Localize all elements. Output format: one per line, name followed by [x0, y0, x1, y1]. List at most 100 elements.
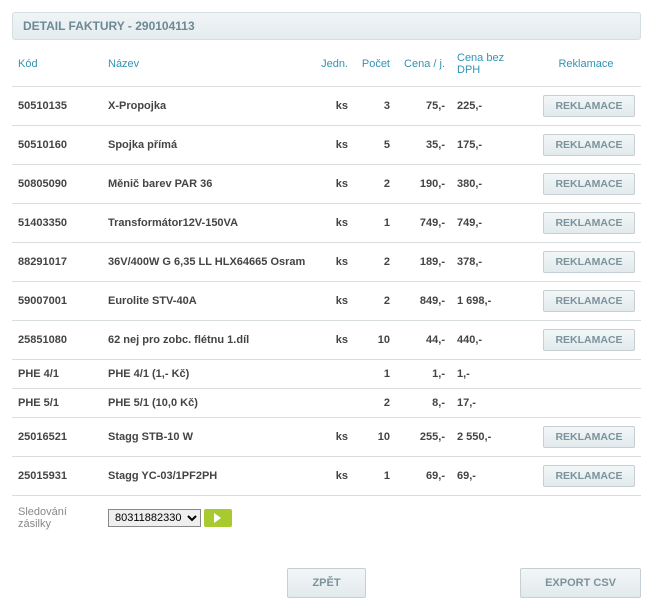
- cell-reklamace: REKLAMACE: [531, 321, 641, 360]
- cell-kod: 51403350: [12, 204, 102, 243]
- cell-kod: 50510160: [12, 126, 102, 165]
- cell-cenaj: 1,-: [396, 360, 451, 389]
- cell-nazev: Stagg YC-03/1PF2PH: [102, 457, 312, 496]
- tracking-label: Sledování zásilky: [12, 496, 102, 539]
- col-pocet[interactable]: Počet: [354, 46, 396, 87]
- reklamace-button[interactable]: REKLAMACE: [543, 426, 635, 448]
- cell-kod: 25015931: [12, 457, 102, 496]
- cell-reklamace: REKLAMACE: [531, 165, 641, 204]
- cell-pocet: 10: [354, 321, 396, 360]
- cell-pocet: 2: [354, 243, 396, 282]
- cell-cenaj: 44,-: [396, 321, 451, 360]
- cell-jedn: [312, 360, 354, 389]
- export-csv-button[interactable]: EXPORT CSV: [520, 568, 641, 598]
- cell-nazev: X-Propojka: [102, 87, 312, 126]
- cell-cenaj: 749,-: [396, 204, 451, 243]
- cell-pocet: 5: [354, 126, 396, 165]
- table-row: 50805090Měnič barev PAR 36ks2190,-380,-R…: [12, 165, 641, 204]
- cell-cenaj: 69,-: [396, 457, 451, 496]
- col-cenabez[interactable]: Cena bez DPH: [451, 46, 531, 87]
- cell-reklamace: [531, 360, 641, 389]
- invoice-detail-header: DETAIL FAKTURY - 290104113: [12, 12, 641, 40]
- cell-reklamace: REKLAMACE: [531, 204, 641, 243]
- cell-pocet: 3: [354, 87, 396, 126]
- table-row: 50510160Spojka přímáks535,-175,- REKLAMAC…: [12, 126, 641, 165]
- cell-pocet: 2: [354, 165, 396, 204]
- cell-cenabez: 749,-: [451, 204, 531, 243]
- reklamace-button[interactable]: REKLAMACE: [543, 173, 635, 195]
- col-reklamace: Reklamace: [531, 46, 641, 87]
- cell-jedn: ks: [312, 418, 354, 457]
- cell-nazev: 36V/400W G 6,35 LL HLX64665 Osram: [102, 243, 312, 282]
- table-row: 8829101736V/400W G 6,35 LL HLX64665 Osra…: [12, 243, 641, 282]
- cell-nazev: Stagg STB-10 W: [102, 418, 312, 457]
- back-button[interactable]: ZPĚT: [287, 568, 365, 598]
- cell-kod: PHE 5/1: [12, 389, 102, 418]
- cell-cenabez: 380,-: [451, 165, 531, 204]
- table-row: 2585108062 nej pro zobc. flétnu 1.dílks1…: [12, 321, 641, 360]
- cell-pocet: 10: [354, 418, 396, 457]
- cell-cenabez: 1 698,-: [451, 282, 531, 321]
- tracking-select[interactable]: 80311882330: [108, 509, 201, 527]
- cell-kod: 25016521: [12, 418, 102, 457]
- cell-cenaj: 75,-: [396, 87, 451, 126]
- cell-cenabez: 2 550,-: [451, 418, 531, 457]
- cell-jedn: [312, 389, 354, 418]
- cell-reklamace: [531, 389, 641, 418]
- cell-jedn: ks: [312, 457, 354, 496]
- cell-jedn: ks: [312, 243, 354, 282]
- cell-pocet: 2: [354, 282, 396, 321]
- col-nazev[interactable]: Název: [102, 46, 312, 87]
- col-kod[interactable]: Kód: [12, 46, 102, 87]
- cell-jedn: ks: [312, 165, 354, 204]
- reklamace-button[interactable]: REKLAMACE: [543, 95, 635, 117]
- cell-reklamace: REKLAMACE: [531, 282, 641, 321]
- table-row: PHE 4/1PHE 4/1 (1,- Kč)11,-1,-: [12, 360, 641, 389]
- cell-pocet: 1: [354, 360, 396, 389]
- cell-pocet: 1: [354, 457, 396, 496]
- cell-cenaj: 255,-: [396, 418, 451, 457]
- reklamace-button[interactable]: REKLAMACE: [543, 134, 635, 156]
- cell-kod: 50510135: [12, 87, 102, 126]
- cell-pocet: 1: [354, 204, 396, 243]
- cell-cenaj: 189,-: [396, 243, 451, 282]
- cell-kod: 88291017: [12, 243, 102, 282]
- cell-nazev: Eurolite STV-40A: [102, 282, 312, 321]
- cell-cenaj: 8,-: [396, 389, 451, 418]
- cell-nazev: Transformátor12V-150VA: [102, 204, 312, 243]
- cell-reklamace: REKLAMACE: [531, 418, 641, 457]
- reklamace-button[interactable]: REKLAMACE: [543, 212, 635, 234]
- cell-kod: 50805090: [12, 165, 102, 204]
- tracking-go-button[interactable]: [204, 509, 232, 527]
- cell-kod: PHE 4/1: [12, 360, 102, 389]
- cell-jedn: ks: [312, 321, 354, 360]
- reklamace-button[interactable]: REKLAMACE: [543, 465, 635, 487]
- cell-cenabez: 175,-: [451, 126, 531, 165]
- cell-reklamace: REKLAMACE: [531, 126, 641, 165]
- cell-cenabez: 378,-: [451, 243, 531, 282]
- cell-cenaj: 35,-: [396, 126, 451, 165]
- table-row: 25015931Stagg YC-03/1PF2PHks169,-69,-REK…: [12, 457, 641, 496]
- cell-kod: 25851080: [12, 321, 102, 360]
- reklamace-button[interactable]: REKLAMACE: [543, 290, 635, 312]
- col-cenaj[interactable]: Cena / j.: [396, 46, 451, 87]
- reklamace-button[interactable]: REKLAMACE: [543, 251, 635, 273]
- header-prefix: DETAIL FAKTURY: [23, 19, 125, 33]
- cell-nazev: PHE 4/1 (1,- Kč): [102, 360, 312, 389]
- cell-nazev: Spojka přímá: [102, 126, 312, 165]
- cell-cenabez: 69,-: [451, 457, 531, 496]
- cell-cenabez: 440,-: [451, 321, 531, 360]
- table-row: 25016521Stagg STB-10 Wks10255,-2 550,- RE…: [12, 418, 641, 457]
- cell-cenaj: 190,-: [396, 165, 451, 204]
- cell-jedn: ks: [312, 126, 354, 165]
- cell-pocet: 2: [354, 389, 396, 418]
- cell-cenabez: 17,-: [451, 389, 531, 418]
- cell-kod: 59007001: [12, 282, 102, 321]
- table-row: 51403350Transformátor12V-150VAks1749,-74…: [12, 204, 641, 243]
- col-jedn[interactable]: Jedn.: [312, 46, 354, 87]
- cell-reklamace: REKLAMACE: [531, 457, 641, 496]
- table-row: 59007001Eurolite STV-40Aks2849,-1 698,-R…: [12, 282, 641, 321]
- cell-jedn: ks: [312, 204, 354, 243]
- reklamace-button[interactable]: REKLAMACE: [543, 329, 635, 351]
- cell-reklamace: REKLAMACE: [531, 87, 641, 126]
